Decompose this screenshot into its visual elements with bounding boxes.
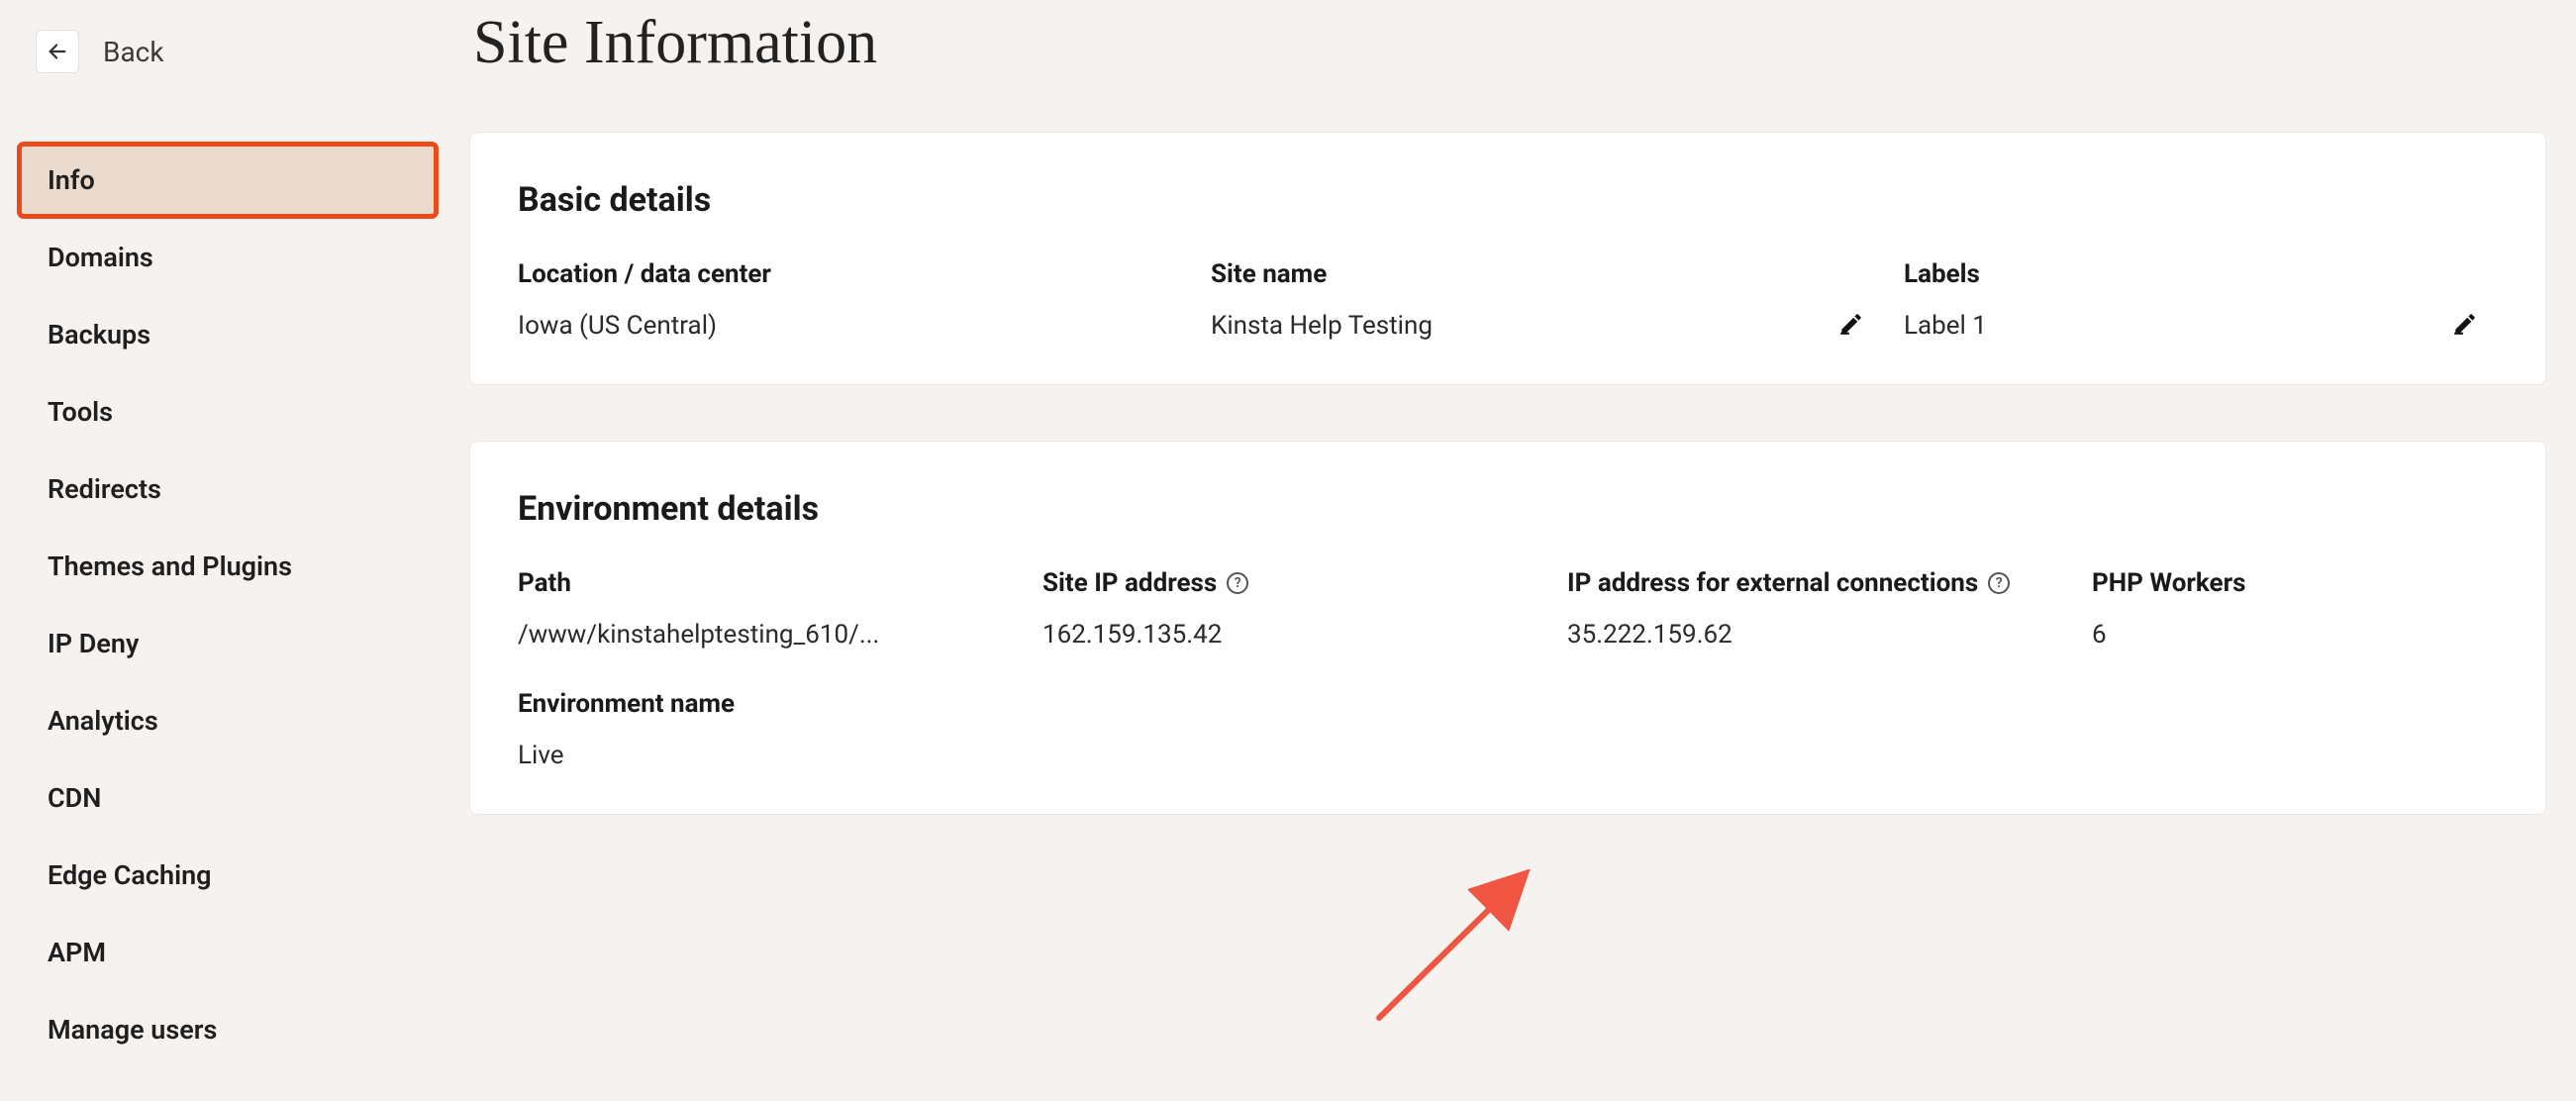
annotation-arrow-icon bbox=[1369, 869, 1547, 1028]
labels-label: Labels bbox=[1904, 259, 2498, 289]
help-icon[interactable]: ? bbox=[1227, 572, 1248, 594]
main-content: Site Information Basic details Location … bbox=[455, 0, 2576, 1101]
external-ip-value: 35.222.159.62 bbox=[1567, 620, 2072, 650]
environment-details-heading: Environment details bbox=[518, 489, 2498, 529]
sidebar-nav: Info Domains Backups Tools Redirects The… bbox=[20, 145, 436, 1071]
php-workers-value: 6 bbox=[2092, 620, 2498, 650]
external-ip-label: IP address for external connections ? bbox=[1567, 568, 2072, 598]
site-ip-label-text: Site IP address bbox=[1042, 568, 1217, 598]
location-label: Location / data center bbox=[518, 259, 1191, 289]
back-label: Back bbox=[103, 36, 164, 68]
sidebar-item-label: IP Deny bbox=[48, 628, 139, 659]
environment-name-field: Environment name Live bbox=[518, 689, 2498, 770]
sidebar-item-label: Edge Caching bbox=[48, 859, 212, 891]
path-value: /www/kinstahelptesting_610/... bbox=[518, 620, 1023, 650]
sidebar-item-domains[interactable]: Domains bbox=[20, 222, 436, 293]
sidebar-item-ip-deny[interactable]: IP Deny bbox=[20, 608, 436, 679]
arrow-left-icon bbox=[47, 41, 68, 62]
site-ip-label: Site IP address ? bbox=[1042, 568, 1547, 598]
site-name-value: Kinsta Help Testing bbox=[1211, 311, 1838, 341]
sidebar-item-backups[interactable]: Backups bbox=[20, 299, 436, 370]
location-value: Iowa (US Central) bbox=[518, 311, 1191, 341]
sidebar-item-cdn[interactable]: CDN bbox=[20, 762, 436, 834]
sidebar-item-label: Analytics bbox=[48, 705, 158, 737]
path-label: Path bbox=[518, 568, 1023, 598]
labels-value: Label 1 bbox=[1904, 311, 2452, 341]
site-name-label: Site name bbox=[1211, 259, 1884, 289]
sidebar-item-label: Backups bbox=[48, 319, 150, 350]
basic-details-heading: Basic details bbox=[518, 180, 2498, 220]
sidebar-item-apm[interactable]: APM bbox=[20, 917, 436, 988]
external-ip-label-text: IP address for external connections bbox=[1567, 568, 1978, 598]
site-ip-field: Site IP address ? 162.159.135.42 bbox=[1042, 568, 1547, 650]
environment-details-card: Environment details Path /www/kinstahelp… bbox=[469, 441, 2546, 815]
sidebar: Back Info Domains Backups Tools Redirect… bbox=[0, 0, 455, 1101]
location-field: Location / data center Iowa (US Central) bbox=[518, 259, 1191, 341]
sidebar-item-label: Manage users bbox=[48, 1014, 217, 1046]
site-name-field: Site name Kinsta Help Testing bbox=[1211, 259, 1884, 341]
sidebar-item-label: Domains bbox=[48, 242, 153, 273]
sidebar-item-label: Info bbox=[48, 164, 95, 196]
external-ip-field: IP address for external connections ? 35… bbox=[1567, 568, 2072, 650]
back-button[interactable] bbox=[36, 30, 79, 73]
sidebar-item-label: Tools bbox=[48, 396, 113, 428]
edit-site-name-button[interactable] bbox=[1838, 311, 1864, 341]
sidebar-item-manage-users[interactable]: Manage users bbox=[20, 994, 436, 1065]
help-icon[interactable]: ? bbox=[1988, 572, 2010, 594]
sidebar-item-edge-caching[interactable]: Edge Caching bbox=[20, 840, 436, 911]
pencil-icon bbox=[1838, 311, 1864, 337]
php-workers-label: PHP Workers bbox=[2092, 568, 2498, 598]
sidebar-item-label: Themes and Plugins bbox=[48, 550, 292, 582]
sidebar-item-redirects[interactable]: Redirects bbox=[20, 453, 436, 525]
back-row: Back bbox=[36, 30, 436, 73]
sidebar-item-label: Redirects bbox=[48, 473, 161, 505]
environment-name-value: Live bbox=[518, 741, 2498, 770]
sidebar-item-themes-plugins[interactable]: Themes and Plugins bbox=[20, 531, 436, 602]
sidebar-item-tools[interactable]: Tools bbox=[20, 376, 436, 448]
edit-labels-button[interactable] bbox=[2452, 311, 2478, 341]
sidebar-item-label: APM bbox=[48, 937, 106, 968]
page-title: Site Information bbox=[473, 8, 2546, 78]
path-field: Path /www/kinstahelptesting_610/... bbox=[518, 568, 1023, 650]
php-workers-field: PHP Workers 6 bbox=[2092, 568, 2498, 650]
environment-name-label: Environment name bbox=[518, 689, 2498, 719]
site-ip-value: 162.159.135.42 bbox=[1042, 620, 1547, 650]
pencil-icon bbox=[2452, 311, 2478, 337]
sidebar-item-analytics[interactable]: Analytics bbox=[20, 685, 436, 756]
sidebar-item-info[interactable]: Info bbox=[20, 145, 436, 216]
sidebar-item-label: CDN bbox=[48, 782, 101, 814]
labels-field: Labels Label 1 bbox=[1904, 259, 2498, 341]
basic-details-card: Basic details Location / data center Iow… bbox=[469, 132, 2546, 385]
